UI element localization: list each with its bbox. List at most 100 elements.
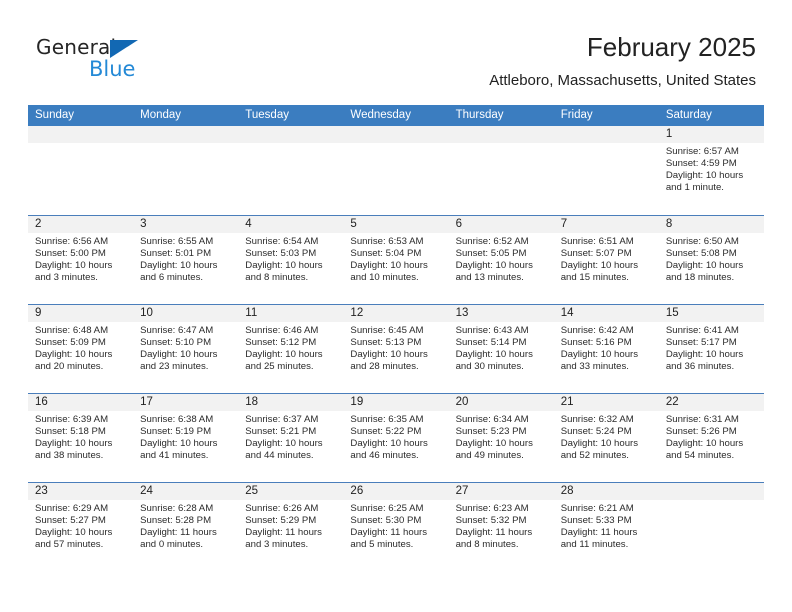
calendar-day-cell[interactable]: 12 Sunrise: 6:45 AM Sunset: 5:13 PM Dayligh… <box>343 305 449 393</box>
calendar-day-cell[interactable]: 17 Sunrise: 6:38 AM Sunset: 5:19 PM Dayligh… <box>133 394 239 482</box>
page-title: February 2025 <box>586 32 756 62</box>
calendar-day-cell[interactable]: 21 Sunrise: 6:32 AM Sunset: 5:24 PM Dayligh… <box>553 394 659 482</box>
calendar-day-cell[interactable]: 8 Sunrise: 6:50 AM Sunset: 5:08 PM Daylight… <box>658 216 764 304</box>
day-daylight-text: Daylight: 10 hours <box>245 259 323 271</box>
day-number: 23 <box>28 483 134 500</box>
day-number: 6 <box>448 216 554 233</box>
day-sunrise-text: Sunrise: 6:46 AM <box>245 325 319 336</box>
day-daylight-text: Daylight: 10 hours <box>350 259 428 271</box>
calendar-day-cell[interactable]: 28 Sunrise: 6:21 AM Sunset: 5:33 PM Dayligh… <box>553 483 659 571</box>
day-sunset-text: Sunset: 5:17 PM <box>665 336 737 348</box>
day-sunset-text: Sunset: 5:22 PM <box>350 425 422 437</box>
day-daylight-text: Daylight: 10 hours <box>140 259 218 271</box>
weekday-header-tuesday: Tuesday <box>245 109 289 121</box>
day-daylight-text: Daylight: 10 hours <box>35 259 113 271</box>
day-sun-info: Sunrise: 6:28 AM Sunset: 5:28 PM Daylight:… <box>133 500 238 551</box>
weekday-header-friday: Friday <box>560 109 593 121</box>
day-sun-info: Sunrise: 6:51 AM Sunset: 5:07 PM Daylight:… <box>554 233 659 284</box>
calendar-day-cell[interactable]: 23 Sunrise: 6:29 AM Sunset: 5:27 PM Dayligh… <box>28 483 134 571</box>
day-number: 9 <box>28 305 134 322</box>
calendar-day-cell[interactable]: 26 Sunrise: 6:25 AM Sunset: 5:30 PM Dayligh… <box>343 483 449 571</box>
day-daylight-text: Daylight: 10 hours <box>560 259 639 271</box>
calendar-day-cell[interactable]: 9 Sunrise: 6:48 AM Sunset: 5:09 PM Daylight… <box>28 305 134 393</box>
calendar-day-cell[interactable]: 15 Sunrise: 6:41 AM Sunset: 5:17 PM Dayligh… <box>658 305 764 393</box>
day-daylight-text: Daylight: 11 hours <box>245 526 322 538</box>
calendar-day-cell-empty <box>28 126 134 215</box>
day-sun-info: Sunrise: 6:53 AM Sunset: 5:04 PM Daylight:… <box>343 233 448 284</box>
day-sun-info: Sunrise: 6:31 AM Sunset: 5:26 PM Daylight:… <box>659 411 764 462</box>
day-sunrise-text: Sunrise: 6:54 AM <box>245 236 319 247</box>
day-daylight-cont-text: and 6 minutes. <box>140 271 204 283</box>
day-sun-info: Sunrise: 6:50 AM Sunset: 5:08 PM Daylight:… <box>659 233 764 284</box>
day-daylight-cont-text: and 13 minutes. <box>455 271 524 283</box>
calendar-grid: Sunday Monday Tuesday Wednesday Thursday Frid… <box>28 105 764 571</box>
calendar-day-cell[interactable]: 18 Sunrise: 6:37 AM Sunset: 5:21 PM Dayligh… <box>238 394 344 482</box>
day-sunset-text: Sunset: 5:28 PM <box>140 514 212 526</box>
calendar-day-cell[interactable]: 3 Sunrise: 6:55 AM Sunset: 5:01 PM Daylight… <box>133 216 239 304</box>
day-sunset-text: Sunset: 5:01 PM <box>140 247 212 259</box>
calendar-day-cell[interactable]: 7 Sunrise: 6:51 AM Sunset: 5:07 PM Daylight… <box>553 216 659 304</box>
day-daylight-cont-text: and 30 minutes. <box>455 360 524 372</box>
day-daylight-cont-text: and 23 minutes. <box>140 360 209 372</box>
calendar-day-cell[interactable]: 4 Sunrise: 6:54 AM Sunset: 5:03 PM Daylight… <box>238 216 344 304</box>
calendar-day-cell[interactable]: 22 Sunrise: 6:31 AM Sunset: 5:26 PM Dayligh… <box>658 394 764 482</box>
general-blue-logo[interactable]: General Blue <box>36 36 156 84</box>
day-sunset-text: Sunset: 5:24 PM <box>560 425 632 437</box>
day-sunrise-text: Sunrise: 6:51 AM <box>560 236 634 247</box>
logo-word-blue: Blue <box>89 57 136 81</box>
calendar-day-cell[interactable]: 13 Sunrise: 6:43 AM Sunset: 5:14 PM Dayligh… <box>448 305 554 393</box>
calendar-day-cell[interactable]: 25 Sunrise: 6:26 AM Sunset: 5:29 PM Dayligh… <box>238 483 344 571</box>
day-sun-info: Sunrise: 6:48 AM Sunset: 5:09 PM Daylight:… <box>28 322 133 373</box>
day-daylight-cont-text: and 0 minutes. <box>140 538 204 550</box>
calendar-week-row: 2 Sunrise: 6:56 AM Sunset: 5:00 PM Daylight… <box>28 215 764 304</box>
day-daylight-text: Daylight: 10 hours <box>455 437 533 449</box>
calendar-day-cell[interactable]: 24 Sunrise: 6:28 AM Sunset: 5:28 PM Dayligh… <box>133 483 239 571</box>
day-number <box>28 126 134 143</box>
day-sunrise-text: Sunrise: 6:47 AM <box>140 325 214 336</box>
day-daylight-text: Daylight: 10 hours <box>560 437 639 449</box>
day-daylight-cont-text: and 38 minutes. <box>35 449 104 461</box>
day-sun-info: Sunrise: 6:23 AM Sunset: 5:32 PM Daylight:… <box>449 500 554 551</box>
calendar-day-cell[interactable]: 27 Sunrise: 6:23 AM Sunset: 5:32 PM Dayligh… <box>448 483 554 571</box>
day-sunrise-text: Sunrise: 6:56 AM <box>35 236 109 247</box>
day-number: 14 <box>553 305 659 322</box>
calendar-day-cell[interactable]: 2 Sunrise: 6:56 AM Sunset: 5:00 PM Daylight… <box>28 216 134 304</box>
day-number: 2 <box>28 216 134 233</box>
calendar-week-row: 1 Sunrise: 6:57 AM Sunset: 4:59 PM Daylight… <box>28 126 764 215</box>
calendar-day-cell[interactable]: 10 Sunrise: 6:47 AM Sunset: 5:10 PM Dayligh… <box>133 305 239 393</box>
calendar-day-cell[interactable]: 14 Sunrise: 6:42 AM Sunset: 5:16 PM Dayligh… <box>553 305 659 393</box>
day-daylight-cont-text: and 3 minutes. <box>245 538 309 550</box>
calendar-day-cell[interactable]: 20 Sunrise: 6:34 AM Sunset: 5:23 PM Dayligh… <box>448 394 554 482</box>
day-sun-info: Sunrise: 6:55 AM Sunset: 5:01 PM Daylight:… <box>133 233 238 284</box>
calendar-day-cell[interactable]: 11 Sunrise: 6:46 AM Sunset: 5:12 PM Dayligh… <box>238 305 344 393</box>
page-header: General Blue February 2025 Attleboro, Ma… <box>0 0 792 100</box>
day-number <box>133 126 239 143</box>
day-daylight-cont-text: and 10 minutes. <box>350 271 419 283</box>
calendar-day-cell[interactable]: 16 Sunrise: 6:39 AM Sunset: 5:18 PM Dayligh… <box>28 394 134 482</box>
calendar-day-cell[interactable]: 1 Sunrise: 6:57 AM Sunset: 4:59 PM Daylight… <box>658 126 764 215</box>
day-daylight-text: Daylight: 11 hours <box>455 526 533 538</box>
day-sunset-text: Sunset: 5:32 PM <box>455 514 527 526</box>
day-sunrise-text: Sunrise: 6:28 AM <box>140 503 214 514</box>
day-sun-info: Sunrise: 6:26 AM Sunset: 5:29 PM Daylight:… <box>238 500 343 551</box>
day-number <box>658 483 764 500</box>
day-sun-info: Sunrise: 6:57 AM Sunset: 4:59 PM Daylight:… <box>659 143 764 194</box>
day-sunset-text: Sunset: 5:21 PM <box>245 425 317 437</box>
day-daylight-text: Daylight: 10 hours <box>665 259 744 271</box>
day-sunset-text: Sunset: 5:13 PM <box>350 336 422 348</box>
day-daylight-text: Daylight: 11 hours <box>560 526 638 538</box>
calendar-day-cell[interactable]: 5 Sunrise: 6:53 AM Sunset: 5:04 PM Daylight… <box>343 216 449 304</box>
day-daylight-text: Daylight: 10 hours <box>35 526 113 538</box>
calendar-day-cell-empty <box>133 126 239 215</box>
day-sunset-text: Sunset: 5:23 PM <box>455 425 527 437</box>
day-sunset-text: Sunset: 5:19 PM <box>140 425 212 437</box>
day-number: 11 <box>238 305 344 322</box>
calendar-day-cell[interactable]: 19 Sunrise: 6:35 AM Sunset: 5:22 PM Dayligh… <box>343 394 449 482</box>
day-daylight-cont-text: and 8 minutes. <box>245 271 309 283</box>
day-sunset-text: Sunset: 5:09 PM <box>35 336 106 348</box>
day-daylight-text: Daylight: 10 hours <box>665 348 744 360</box>
calendar-day-cell[interactable]: 6 Sunrise: 6:52 AM Sunset: 5:05 PM Daylight… <box>448 216 554 304</box>
calendar-day-cell-empty <box>658 483 764 571</box>
day-daylight-cont-text: and 46 minutes. <box>350 449 419 461</box>
day-daylight-text: Daylight: 10 hours <box>245 437 323 449</box>
